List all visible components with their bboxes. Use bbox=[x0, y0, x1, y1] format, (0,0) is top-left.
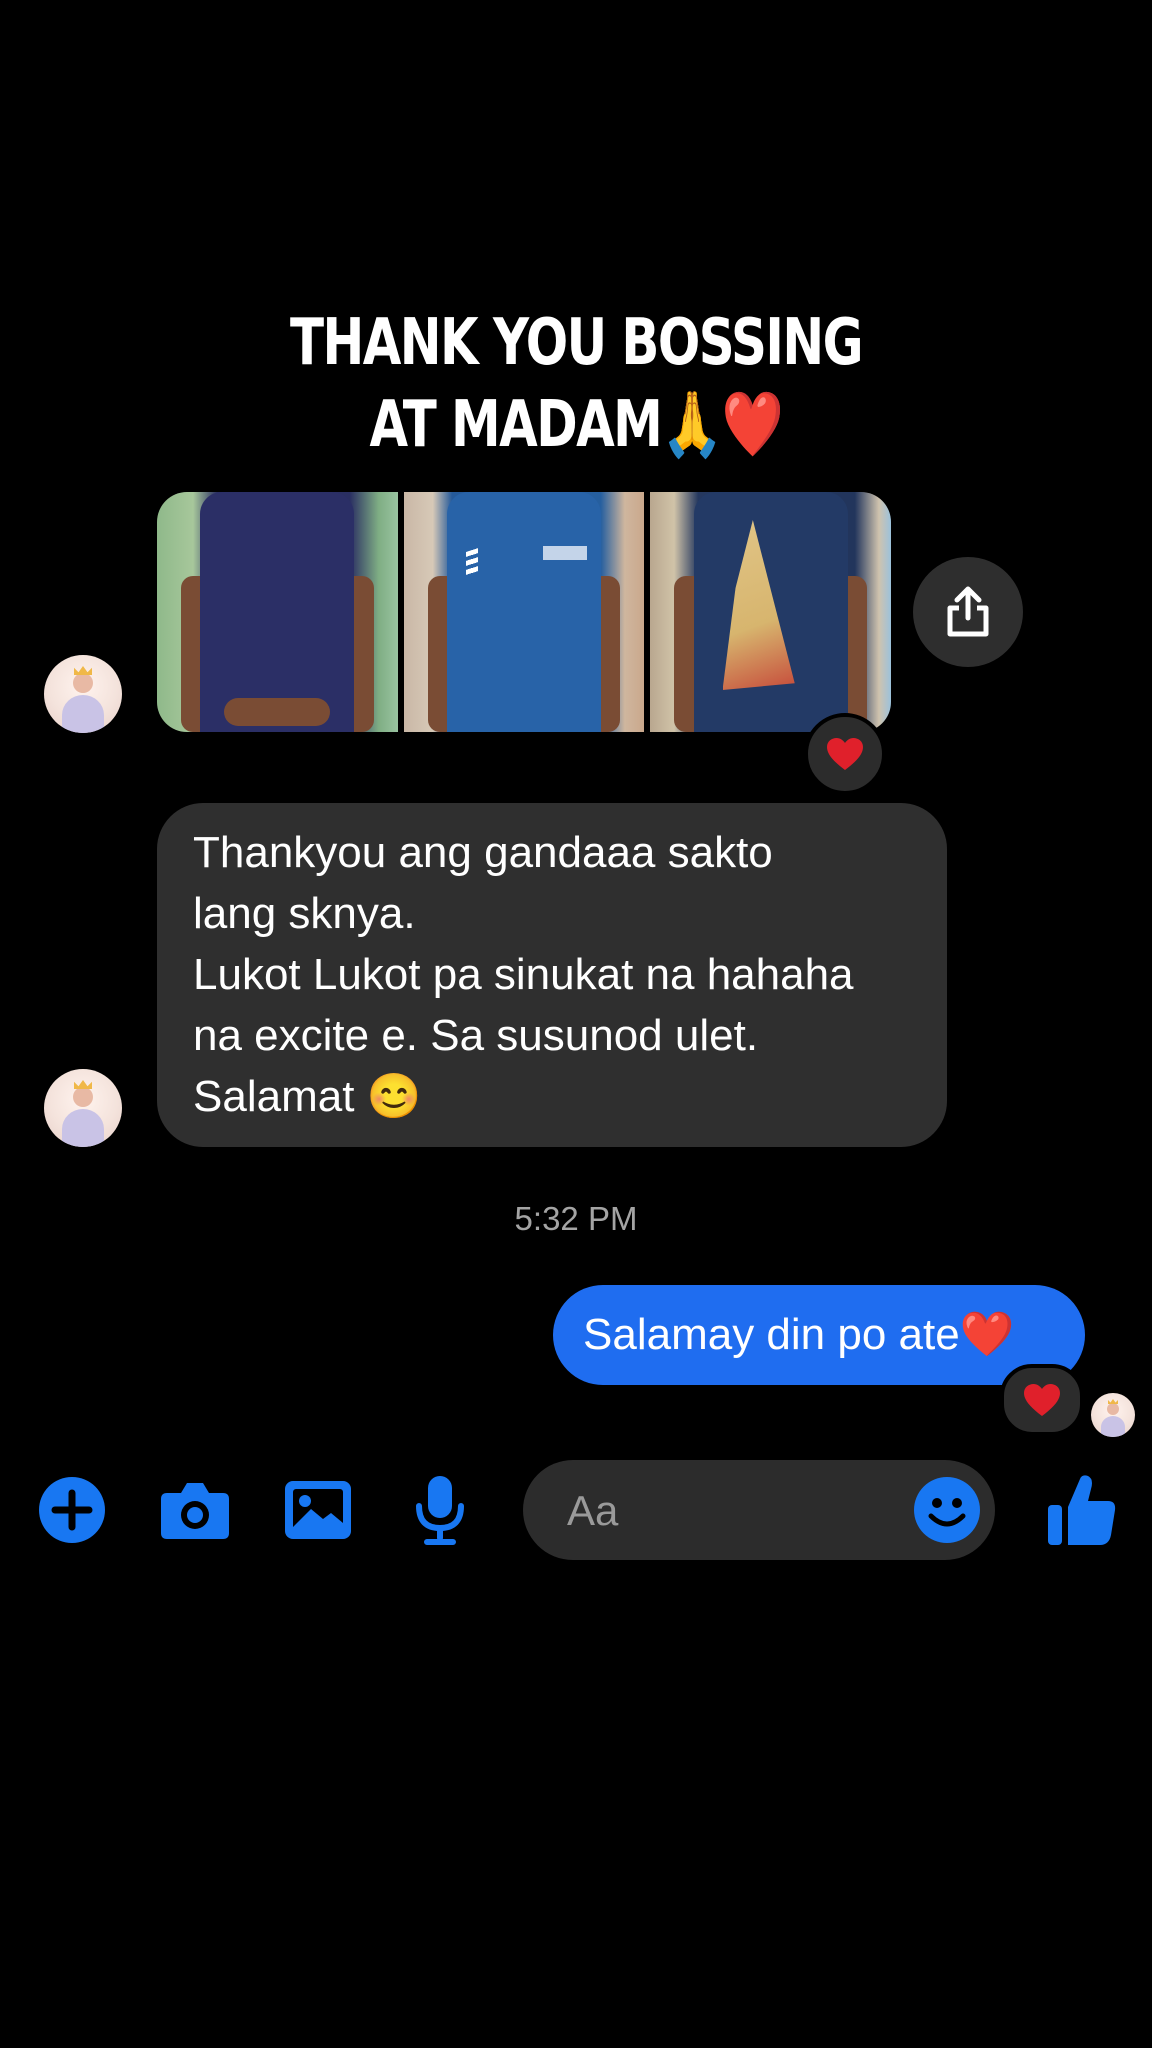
message-line: Salamat 😊 bbox=[193, 1072, 422, 1121]
message-line: lang sknya. bbox=[193, 889, 416, 938]
caption-line-2: AT MADAM🙏❤️ bbox=[369, 388, 785, 462]
message-composer bbox=[0, 1460, 1152, 1562]
message-input-box[interactable] bbox=[523, 1460, 995, 1562]
outgoing-heart-reaction[interactable] bbox=[1000, 1364, 1084, 1436]
plus-button[interactable] bbox=[32, 1460, 112, 1560]
share-button[interactable] bbox=[913, 557, 1023, 667]
plus-icon bbox=[39, 1477, 105, 1543]
incoming-message[interactable]: Thankyou ang gandaaa sakto lang sknya. L… bbox=[157, 803, 947, 1147]
story-caption: THANK YOU BOSSING AT MADAM🙏❤️ bbox=[127, 302, 1026, 466]
message-line: Thankyou ang gandaaa sakto bbox=[193, 828, 773, 877]
camera-icon bbox=[161, 1483, 229, 1539]
gallery-icon bbox=[285, 1481, 351, 1539]
emoji-button[interactable] bbox=[913, 1476, 981, 1544]
shirt-photo-front-1[interactable] bbox=[157, 492, 398, 732]
heart-icon bbox=[1024, 1384, 1060, 1416]
microphone-icon bbox=[416, 1476, 464, 1545]
message-input[interactable] bbox=[565, 1460, 899, 1562]
photo-heart-reaction[interactable] bbox=[804, 713, 886, 795]
shirt-photo-back[interactable] bbox=[650, 492, 891, 732]
seen-receipt-avatar bbox=[1091, 1393, 1135, 1437]
voice-button[interactable] bbox=[400, 1460, 480, 1560]
contact-avatar-2[interactable] bbox=[44, 1069, 122, 1147]
gallery-button[interactable] bbox=[278, 1460, 358, 1560]
heart-icon bbox=[827, 738, 863, 770]
shirt-photo-front-2[interactable] bbox=[403, 492, 645, 732]
photo-set-message[interactable] bbox=[157, 492, 891, 732]
camera-button[interactable] bbox=[155, 1460, 235, 1560]
message-timestamp: 5:32 PM bbox=[514, 1200, 638, 1237]
caption-line-1: THANK YOU BOSSING bbox=[290, 306, 864, 380]
contact-avatar[interactable] bbox=[44, 655, 122, 733]
outgoing-message[interactable]: Salamay din po ate❤️ bbox=[553, 1285, 1085, 1385]
share-icon bbox=[947, 586, 989, 637]
message-line: na excite e. Sa susunod ulet. bbox=[193, 1011, 759, 1060]
emoji-icon bbox=[914, 1477, 980, 1543]
message-line: Lukot Lukot pa sinukat na hahaha bbox=[193, 950, 854, 999]
thumbs-up-button[interactable] bbox=[1040, 1460, 1124, 1560]
thumbs-up-icon bbox=[1048, 1475, 1116, 1545]
